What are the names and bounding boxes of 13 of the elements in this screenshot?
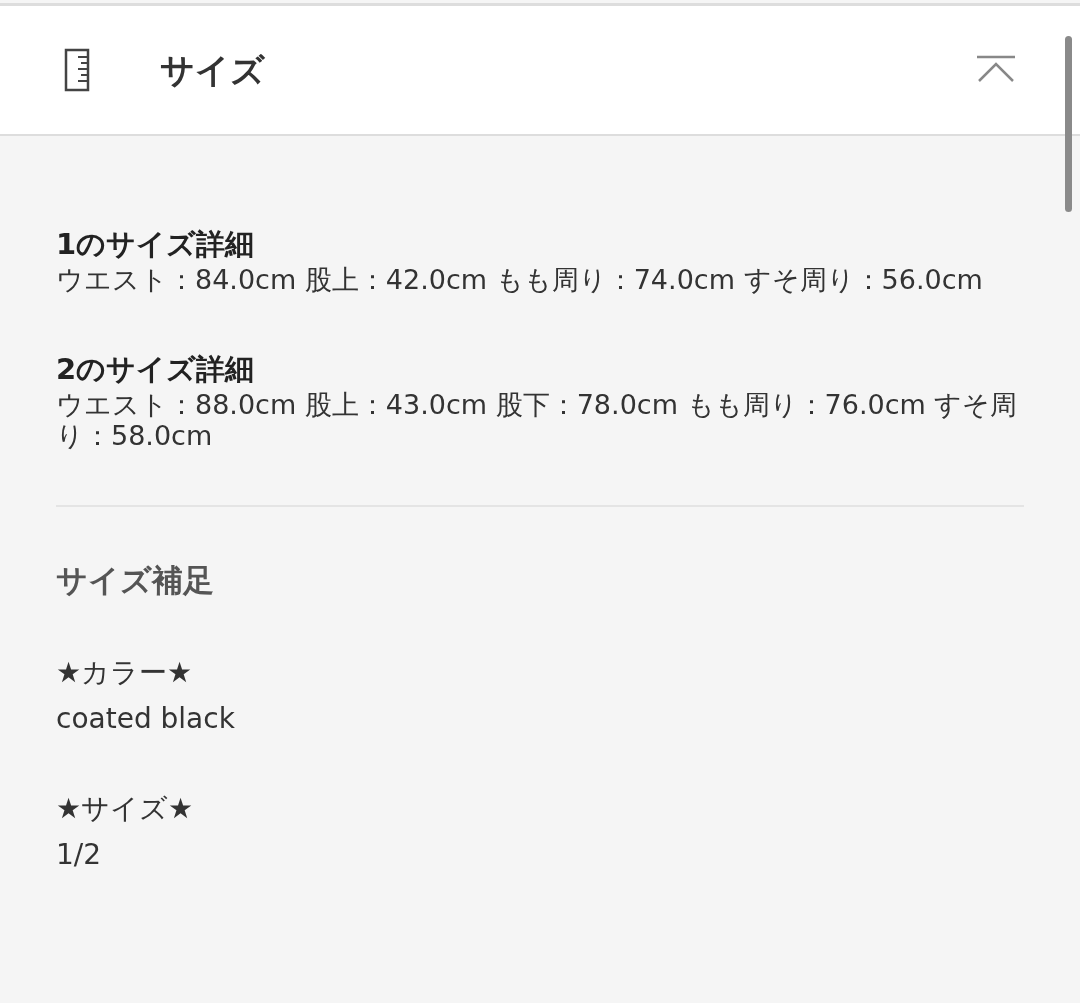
size-detail-text: ウエスト：84.0cm 股上：42.0cm もも周り：74.0cm すそ周り：56.0cm (56, 264, 984, 295)
supplement-heading: サイズ補足 (56, 561, 215, 600)
scrollbar-thumb[interactable] (1065, 36, 1072, 212)
supplement-value: 1/2 (56, 836, 103, 873)
supplement-value: coated black (56, 700, 236, 737)
size-detail-heading: 1のサイズ詳細 (56, 226, 256, 263)
supplement-label: ★カラー★ (56, 654, 194, 691)
supplement-label: ★サイズ★ (56, 790, 195, 827)
size-detail-heading: 2のサイズ詳細 (56, 351, 256, 388)
section-title: サイズ (160, 48, 265, 92)
ruler-icon (64, 48, 92, 92)
section-header[interactable]: サイズ (0, 6, 1080, 136)
size-detail-text: ウエスト：88.0cm 股上：43.0cm 股下：78.0cm もも周り：76.0cm すそ周り：58.0cm (56, 389, 1019, 451)
